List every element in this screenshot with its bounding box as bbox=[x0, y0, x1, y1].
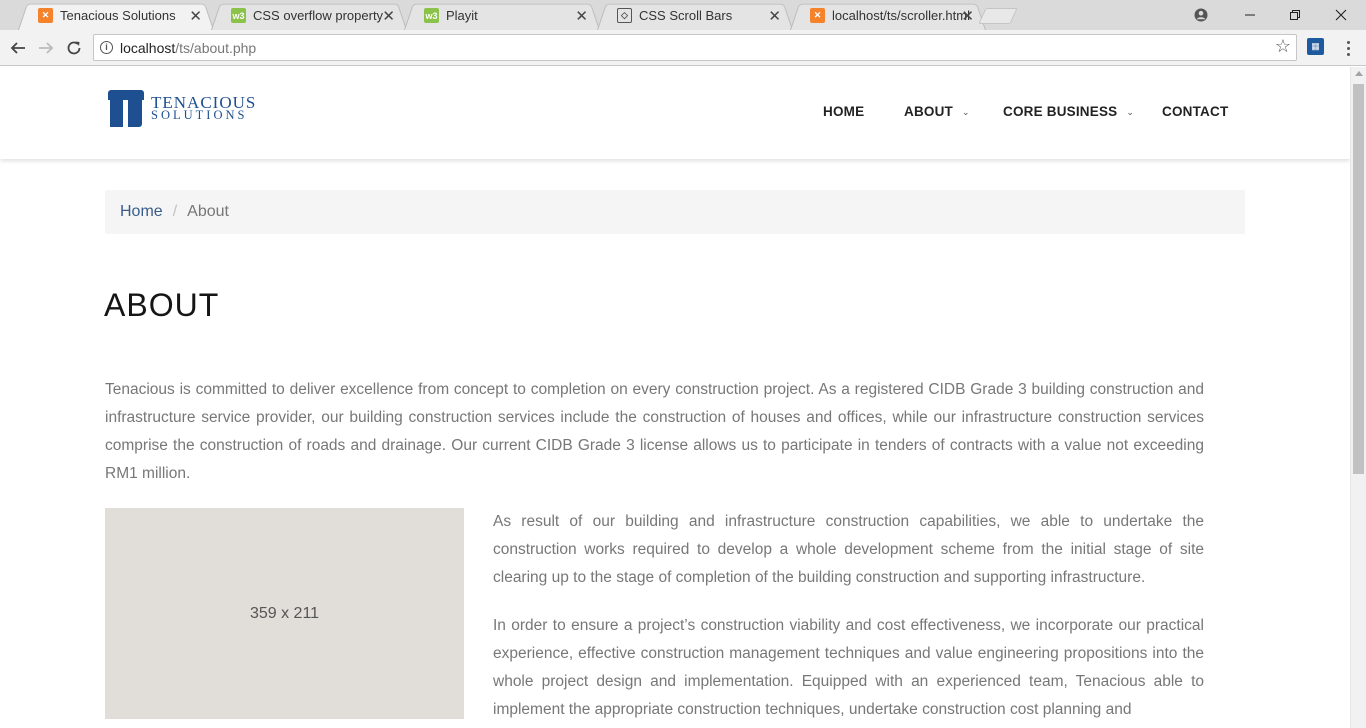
placeholder-image-label: 359 x 211 bbox=[249, 604, 320, 622]
tab-title: CSS Scroll Bars bbox=[639, 8, 733, 23]
content-column: As result of our building and infrastruc… bbox=[493, 508, 1204, 724]
content-paragraph: As result of our building and infrastruc… bbox=[493, 513, 1204, 586]
profile-icon[interactable] bbox=[1178, 0, 1224, 30]
nav-home-label: HOME bbox=[823, 104, 865, 119]
url-text[interactable]: localhost/ts/about.php bbox=[120, 40, 256, 56]
new-tab-button[interactable] bbox=[978, 8, 1018, 24]
nav-core-business[interactable]: CORE BUSINESS ⌄ bbox=[1003, 104, 1134, 119]
codepen-icon: ◇ bbox=[617, 8, 632, 23]
menu-icon[interactable] bbox=[1340, 35, 1356, 61]
tab-title: Tenacious Solutions bbox=[60, 8, 176, 23]
tab-title: CSS overflow property bbox=[253, 8, 384, 23]
xampp-icon: ✕ bbox=[810, 8, 825, 23]
address-bar[interactable]: i localhost/ts/about.php ☆ bbox=[93, 34, 1297, 61]
tab-css-overflow[interactable]: w3 CSS overflow property ✕ bbox=[207, 1, 411, 30]
url-path: /ts/about.php bbox=[175, 39, 257, 56]
nav-home[interactable]: HOME bbox=[823, 104, 864, 119]
tab-tenacious-solutions[interactable]: ✕ Tenacious Solutions ✕ bbox=[14, 1, 218, 30]
intro-paragraph: Tenacious is committed to deliver excell… bbox=[105, 381, 1204, 482]
restore-icon[interactable] bbox=[1272, 0, 1318, 30]
breadcrumb-home-link[interactable]: Home bbox=[120, 203, 163, 221]
scrollbar-thumb[interactable] bbox=[1353, 84, 1364, 474]
tab-title: Playit bbox=[446, 8, 478, 23]
site-header: TENACIOUS SOLUTIONS HOME ABOUT ⌄ CORE BUS… bbox=[0, 67, 1350, 159]
placeholder-image: 359 x 211 bbox=[105, 508, 464, 719]
close-window-icon[interactable] bbox=[1318, 0, 1364, 30]
close-icon[interactable]: ✕ bbox=[382, 7, 395, 25]
info-icon[interactable]: i bbox=[100, 41, 113, 54]
tab-title: localhost/ts/scroller.html bbox=[832, 8, 970, 23]
tab-scroller[interactable]: ✕ localhost/ts/scroller.html ✕ bbox=[786, 1, 990, 30]
back-arrow-icon[interactable] bbox=[5, 35, 31, 61]
nav-about[interactable]: ABOUT ⌄ bbox=[904, 104, 970, 119]
chevron-down-icon: ⌄ bbox=[962, 107, 970, 117]
tab-css-scroll-bars[interactable]: ◇ CSS Scroll Bars ✕ bbox=[593, 1, 797, 30]
nav-about-label: ABOUT bbox=[904, 104, 953, 119]
close-icon[interactable]: ✕ bbox=[575, 7, 588, 25]
close-icon[interactable]: ✕ bbox=[189, 7, 202, 25]
close-icon[interactable]: ✕ bbox=[961, 7, 974, 25]
main-nav: HOME ABOUT ⌄ CORE BUSINESS ⌄ CONTACT bbox=[0, 104, 1350, 124]
browser-toolbar: i localhost/ts/about.php ☆ ▦ bbox=[0, 30, 1366, 66]
page-viewport: TENACIOUS SOLUTIONS HOME ABOUT ⌄ CORE BUS… bbox=[0, 67, 1350, 728]
nav-contact[interactable]: CONTACT bbox=[1162, 104, 1228, 119]
close-icon[interactable]: ✕ bbox=[768, 7, 781, 25]
reload-icon[interactable] bbox=[61, 35, 87, 61]
content-paragraph: In order to ensure a project’s construct… bbox=[493, 617, 1204, 718]
forward-arrow-icon[interactable] bbox=[33, 35, 59, 61]
nav-core-business-label: CORE BUSINESS bbox=[1003, 104, 1118, 119]
w3schools-icon: w3 bbox=[424, 8, 439, 23]
nav-contact-label: CONTACT bbox=[1162, 104, 1229, 119]
breadcrumb-separator: / bbox=[172, 203, 178, 220]
breadcrumb: Home / About bbox=[105, 190, 1245, 234]
url-host: localhost bbox=[120, 39, 176, 56]
chevron-down-icon: ⌄ bbox=[1126, 107, 1135, 117]
minimize-icon[interactable] bbox=[1227, 0, 1273, 30]
breadcrumb-current: About bbox=[187, 203, 229, 220]
xampp-icon: ✕ bbox=[38, 8, 53, 23]
extension-icon[interactable]: ▦ bbox=[1307, 38, 1324, 55]
page-title: ABOUT bbox=[104, 287, 220, 323]
tab-playit[interactable]: w3 Playit ✕ bbox=[400, 1, 604, 30]
bookmark-star-icon[interactable]: ☆ bbox=[1275, 36, 1291, 57]
tab-strip: ✕ Tenacious Solutions ✕ w3 CSS overflow … bbox=[0, 0, 1366, 30]
w3schools-icon: w3 bbox=[231, 8, 246, 23]
scroll-up-arrow-icon[interactable] bbox=[1355, 71, 1363, 76]
page-scrollbar[interactable] bbox=[1350, 67, 1366, 728]
